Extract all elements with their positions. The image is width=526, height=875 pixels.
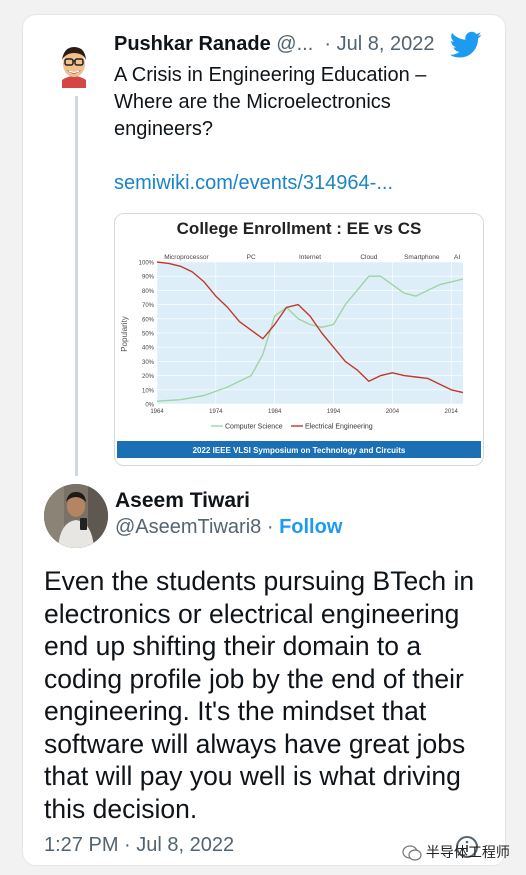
y-tick-label: 90% [142, 275, 155, 281]
y-axis-label: Popularity [120, 316, 129, 352]
tweet-timestamp[interactable]: 1:27 PM · Jul 8, 2022 [44, 834, 234, 857]
chart-image-card[interactable]: College Enrollment : EE vs CS Microproce… [114, 213, 484, 466]
thread-line [75, 96, 78, 476]
era-label: Smartphone [404, 254, 440, 261]
y-tick-label: 0% [145, 403, 154, 409]
aseem-avatar[interactable] [44, 484, 108, 548]
era-label: Cloud [360, 254, 377, 261]
y-tick-label: 70% [142, 303, 155, 309]
quoted-tweet-header: Pushkar Ranade @... · Jul 8, 2022 [114, 33, 494, 56]
y-tick-label: 50% [142, 332, 155, 338]
era-label: Microprocessor [164, 254, 209, 261]
watermark-text: 半导体工程师 [425, 844, 510, 860]
wechat-icon [402, 845, 422, 861]
twitter-bird-icon[interactable] [450, 31, 482, 59]
enrollment-chart: College Enrollment : EE vs CS Microproce… [115, 214, 483, 465]
y-tick-label: 30% [142, 360, 155, 366]
y-tick-label: 10% [142, 388, 155, 394]
quoted-author-handle[interactable]: @... [276, 33, 313, 55]
quoted-tweet-text: A Crisis in Engineering Education – Wher… [114, 64, 427, 140]
chart-footer-text: 2022 IEEE VLSI Symposium on Technology a… [193, 446, 406, 455]
y-tick-label: 80% [142, 289, 155, 295]
reply-author-handle-row: @AseemTiwari8 · Follow [115, 516, 342, 539]
reply-author-handle[interactable]: @AseemTiwari8 [115, 516, 261, 538]
y-tick-label: 60% [142, 317, 155, 323]
reply-tweet-text: Even the students pursuing BTech in elec… [44, 566, 475, 824]
x-tick-label: 1964 [150, 409, 164, 415]
quoted-tweet-link[interactable]: semiwiki.com/events/314964-... [114, 172, 393, 195]
era-label: Internet [299, 254, 321, 261]
era-label: AI [454, 254, 460, 261]
era-label: PC [247, 254, 256, 261]
x-tick-label: 1994 [327, 409, 341, 415]
quoted-author-name[interactable]: Pushkar Ranade [114, 33, 271, 55]
reply-author-name[interactable]: Aseem Tiwari [115, 489, 250, 513]
x-tick-label: 1984 [268, 409, 282, 415]
quoted-tweet-date[interactable]: Jul 8, 2022 [337, 33, 435, 55]
pushkar-avatar[interactable] [50, 40, 98, 88]
memoji-avatar-image [50, 40, 98, 88]
follow-button[interactable]: Follow [279, 516, 342, 538]
x-tick-label: 2004 [386, 409, 400, 415]
x-tick-label: 1974 [209, 409, 223, 415]
chart-title: College Enrollment : EE vs CS [177, 219, 422, 238]
separator-dot: · [324, 33, 332, 55]
watermark: 半导体工程师 [402, 842, 510, 862]
x-tick-label: 2014 [445, 409, 459, 415]
legend-label: Electrical Engineering [305, 424, 373, 431]
y-tick-label: 40% [142, 346, 155, 352]
y-tick-label: 100% [139, 261, 155, 267]
y-tick-label: 20% [142, 374, 155, 380]
legend-label: Computer Science [225, 424, 283, 431]
profile-photo [44, 484, 108, 548]
separator-dot: · [266, 516, 274, 538]
